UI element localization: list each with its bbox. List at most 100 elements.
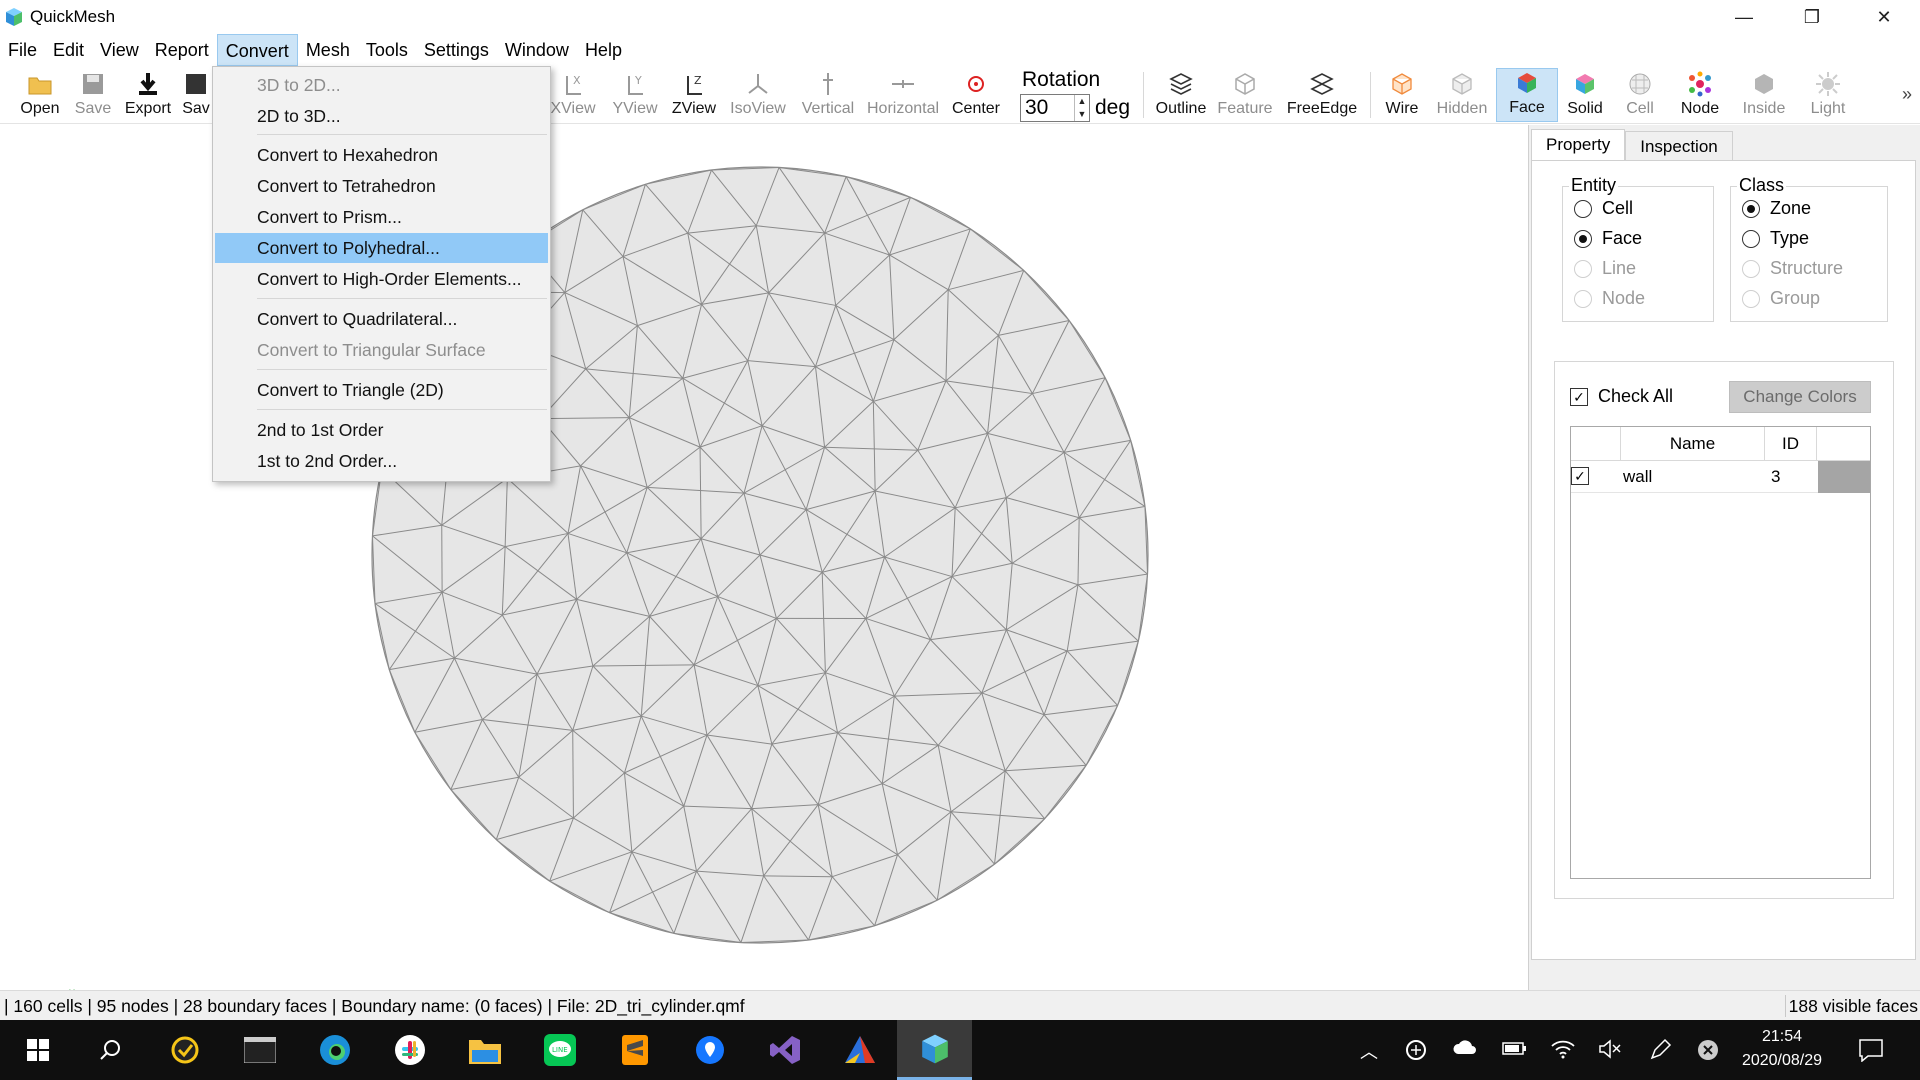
menu-settings[interactable]: Settings — [416, 34, 497, 66]
wire-button[interactable]: Wire — [1378, 68, 1426, 122]
tray-wifi-icon[interactable] — [1550, 1038, 1576, 1060]
tray-pen-icon[interactable] — [1648, 1038, 1672, 1062]
entity-line-radio[interactable]: Line — [1574, 258, 1636, 279]
rotation-unit: deg — [1095, 96, 1131, 119]
close-button[interactable]: ✕ — [1850, 0, 1918, 34]
menu-help[interactable]: Help — [577, 34, 630, 66]
taskbar-slack[interactable] — [372, 1020, 447, 1080]
face-button[interactable]: Face — [1496, 68, 1558, 122]
minimize-button[interactable]: — — [1710, 0, 1778, 34]
taskbar-terminal[interactable] — [222, 1020, 297, 1080]
xview-icon: X — [566, 74, 581, 95]
tray-onedrive-icon[interactable] — [1452, 1038, 1478, 1058]
menu-item-convert-polyhedral[interactable]: Convert to Polyhedral... — [215, 233, 548, 263]
menu-view[interactable]: View — [92, 34, 147, 66]
freeedge-button[interactable]: FreeEdge — [1284, 68, 1360, 122]
isoview-button[interactable]: IsoView — [728, 68, 788, 122]
menu-item-2d-to-3d[interactable]: 2D to 3D... — [215, 101, 548, 131]
class-structure-radio[interactable]: Structure — [1742, 258, 1843, 279]
header-name[interactable]: Name — [1621, 427, 1765, 461]
menu-item-convert-triangular-surface[interactable]: Convert to Triangular Surface — [215, 335, 548, 365]
tray-network-status-icon[interactable] — [1404, 1038, 1428, 1062]
taskbar-file-explorer[interactable] — [447, 1020, 522, 1080]
cell-button[interactable]: Cell — [1616, 68, 1664, 122]
terminal-icon — [243, 1037, 276, 1063]
class-zone-radio[interactable]: Zone — [1742, 198, 1811, 219]
tray-chevron-up-icon[interactable]: ︿ — [1360, 1038, 1378, 1064]
solid-button[interactable]: Solid — [1560, 68, 1610, 122]
menu-convert[interactable]: Convert — [216, 34, 298, 66]
menu-item-convert-triangle-2d[interactable]: Convert to Triangle (2D) — [215, 375, 548, 405]
taskbar-visual-studio[interactable] — [747, 1020, 822, 1080]
class-group-radio[interactable]: Group — [1742, 288, 1820, 309]
table-row[interactable]: ✓ wall 3 — [1571, 461, 1870, 493]
light-button[interactable]: Light — [1800, 68, 1856, 122]
outline-button[interactable]: Outline — [1150, 68, 1212, 122]
tray-close-circle-icon[interactable] — [1696, 1038, 1720, 1062]
menu-item-convert-high-order[interactable]: Convert to High-Order Elements... — [215, 264, 548, 294]
hidden-icon — [1452, 73, 1472, 95]
class-type-radio[interactable]: Type — [1742, 228, 1809, 249]
status-visible-faces: 188 visible faces — [1788, 996, 1918, 1016]
notification-center-icon[interactable] — [1858, 1038, 1884, 1062]
tab-property[interactable]: Property — [1531, 129, 1626, 161]
tray-battery-icon[interactable] — [1502, 1038, 1528, 1058]
menu-item-convert-tetrahedron[interactable]: Convert to Tetrahedron — [215, 171, 548, 201]
zview-button[interactable]: Z ZView — [668, 68, 720, 122]
vertical-button[interactable]: Vertical — [798, 68, 858, 122]
entity-cell-radio[interactable]: Cell — [1574, 198, 1633, 219]
tray-volume-muted-icon[interactable] — [1598, 1038, 1622, 1060]
menu-item-convert-prism[interactable]: Convert to Prism... — [215, 202, 548, 232]
taskbar-clock[interactable]: 21:54 2020/08/29 — [1722, 1025, 1842, 1073]
open-button[interactable]: Open — [16, 68, 64, 122]
menu-mesh[interactable]: Mesh — [298, 34, 358, 66]
menu-item-convert-hexahedron[interactable]: Convert to Hexahedron — [215, 140, 548, 170]
tab-inspection[interactable]: Inspection — [1625, 131, 1733, 161]
taskbar-norton[interactable] — [147, 1020, 222, 1080]
horizontal-button[interactable]: Horizontal — [866, 68, 940, 122]
xview-button[interactable]: X XView — [548, 68, 598, 122]
windows-start-icon — [26, 1039, 49, 1061]
quickmesh-icon — [921, 1034, 948, 1063]
yview-button[interactable]: Y YView — [610, 68, 660, 122]
node-button[interactable]: Node — [1672, 68, 1728, 122]
entity-node-radio[interactable]: Node — [1574, 288, 1645, 309]
taskbar-maps[interactable] — [672, 1020, 747, 1080]
export-button[interactable]: Export — [122, 68, 174, 122]
taskbar-matlab[interactable] — [822, 1020, 897, 1080]
vertical-label: Vertical — [801, 100, 855, 117]
menu-window[interactable]: Window — [497, 34, 577, 66]
hidden-button[interactable]: Hidden — [1432, 68, 1492, 122]
menu-item-1st-to-2nd-order[interactable]: 1st to 2nd Order... — [215, 446, 548, 476]
save-as-button[interactable]: Sav — [180, 68, 212, 122]
menu-item-2nd-to-1st-order[interactable]: 2nd to 1st Order — [215, 415, 548, 445]
taskbar-quickmesh[interactable] — [897, 1020, 972, 1080]
header-id[interactable]: ID — [1765, 427, 1817, 461]
menu-edit[interactable]: Edit — [45, 34, 92, 66]
menu-item-convert-quadrilateral[interactable]: Convert to Quadrilateral... — [215, 304, 548, 334]
row-color-swatch[interactable] — [1818, 461, 1870, 493]
taskbar-edge[interactable] — [297, 1020, 372, 1080]
zone-table[interactable]: Name ID ✓ wall 3 — [1570, 426, 1871, 879]
change-colors-button[interactable]: Change Colors — [1729, 381, 1871, 413]
toolbar-overflow-button[interactable]: » — [1902, 84, 1912, 105]
menu-file[interactable]: File — [0, 34, 45, 66]
taskbar-line[interactable]: LINE — [522, 1020, 597, 1080]
menu-report[interactable]: Report — [147, 34, 217, 66]
center-button[interactable]: Center — [948, 68, 1004, 122]
toolbar-separator — [1143, 72, 1144, 118]
inside-button[interactable]: Inside — [1736, 68, 1792, 122]
row-checkbox[interactable]: ✓ — [1571, 467, 1591, 487]
entity-face-radio[interactable]: Face — [1574, 228, 1642, 249]
windows-start-button[interactable] — [0, 1020, 75, 1080]
rotation-spinner[interactable]: ▲ ▼ — [1074, 95, 1089, 121]
feature-button[interactable]: Feature — [1214, 68, 1276, 122]
taskbar-sublime[interactable] — [597, 1020, 672, 1080]
menu-tools[interactable]: Tools — [358, 34, 416, 66]
save-button[interactable]: Save — [70, 68, 116, 122]
taskbar-search-button[interactable] — [72, 1020, 147, 1080]
restore-button[interactable]: ❐ — [1778, 0, 1846, 34]
check-all-checkbox[interactable]: ✓ Check All — [1570, 386, 1673, 407]
clock-date: 2020/08/29 — [1741, 1052, 1823, 1069]
menu-item-3d-to-2d[interactable]: 3D to 2D... — [215, 70, 548, 100]
